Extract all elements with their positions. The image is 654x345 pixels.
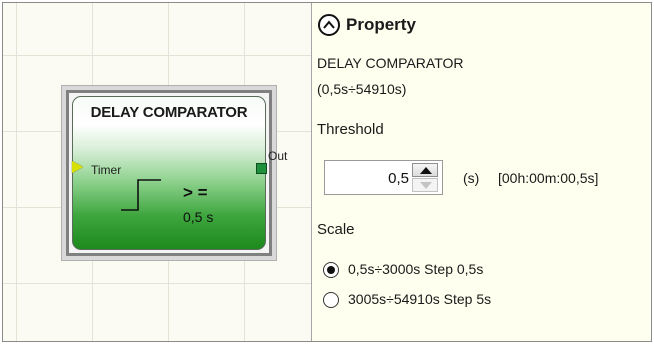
spin-up-button[interactable] [412, 163, 438, 177]
triangle-down-icon [420, 182, 432, 189]
radio-button[interactable] [323, 292, 339, 308]
radio-button-selected[interactable] [323, 262, 339, 278]
property-panel: Property DELAY COMPARATOR (0,5s÷54910s) … [312, 3, 651, 341]
threshold-input[interactable]: 0,5 [324, 160, 443, 195]
component-name: DELAY COMPARATOR [317, 55, 464, 71]
chevron-up-circle-icon[interactable] [318, 14, 340, 36]
scale-option-label[interactable]: 0,5s÷3000s Step 0,5s [348, 261, 483, 277]
scale-option-label[interactable]: 3005s÷54910s Step 5s [348, 291, 491, 307]
triangle-up-icon [420, 167, 432, 174]
spin-down-button[interactable] [412, 178, 438, 192]
threshold-label: Threshold [317, 121, 384, 138]
output-pin-icon[interactable] [256, 163, 267, 174]
output-label: Out [268, 149, 288, 163]
operator-label: > = [183, 183, 208, 202]
threshold-formatted-time: [00h:00m:00,5s] [498, 170, 599, 186]
panel-title: Property [346, 15, 416, 34]
block-value-label: 0,5 s [183, 209, 214, 225]
scale-label: Scale [317, 221, 355, 238]
step-function-icon [121, 179, 161, 211]
component-range: (0,5s÷54910s) [317, 81, 407, 97]
threshold-value[interactable]: 0,5 [325, 170, 409, 187]
main-window: DELAY COMPARATOR Timer Out > = 0,5 s Pro… [2, 2, 652, 342]
block-title: DELAY COMPARATOR [90, 104, 248, 121]
threshold-unit: (s) [463, 170, 480, 186]
input-pin-icon[interactable] [72, 161, 83, 173]
threshold-spinner[interactable] [412, 163, 438, 192]
input-label: Timer [91, 163, 122, 177]
diagram-canvas[interactable]: DELAY COMPARATOR Timer Out > = 0,5 s [3, 3, 312, 341]
